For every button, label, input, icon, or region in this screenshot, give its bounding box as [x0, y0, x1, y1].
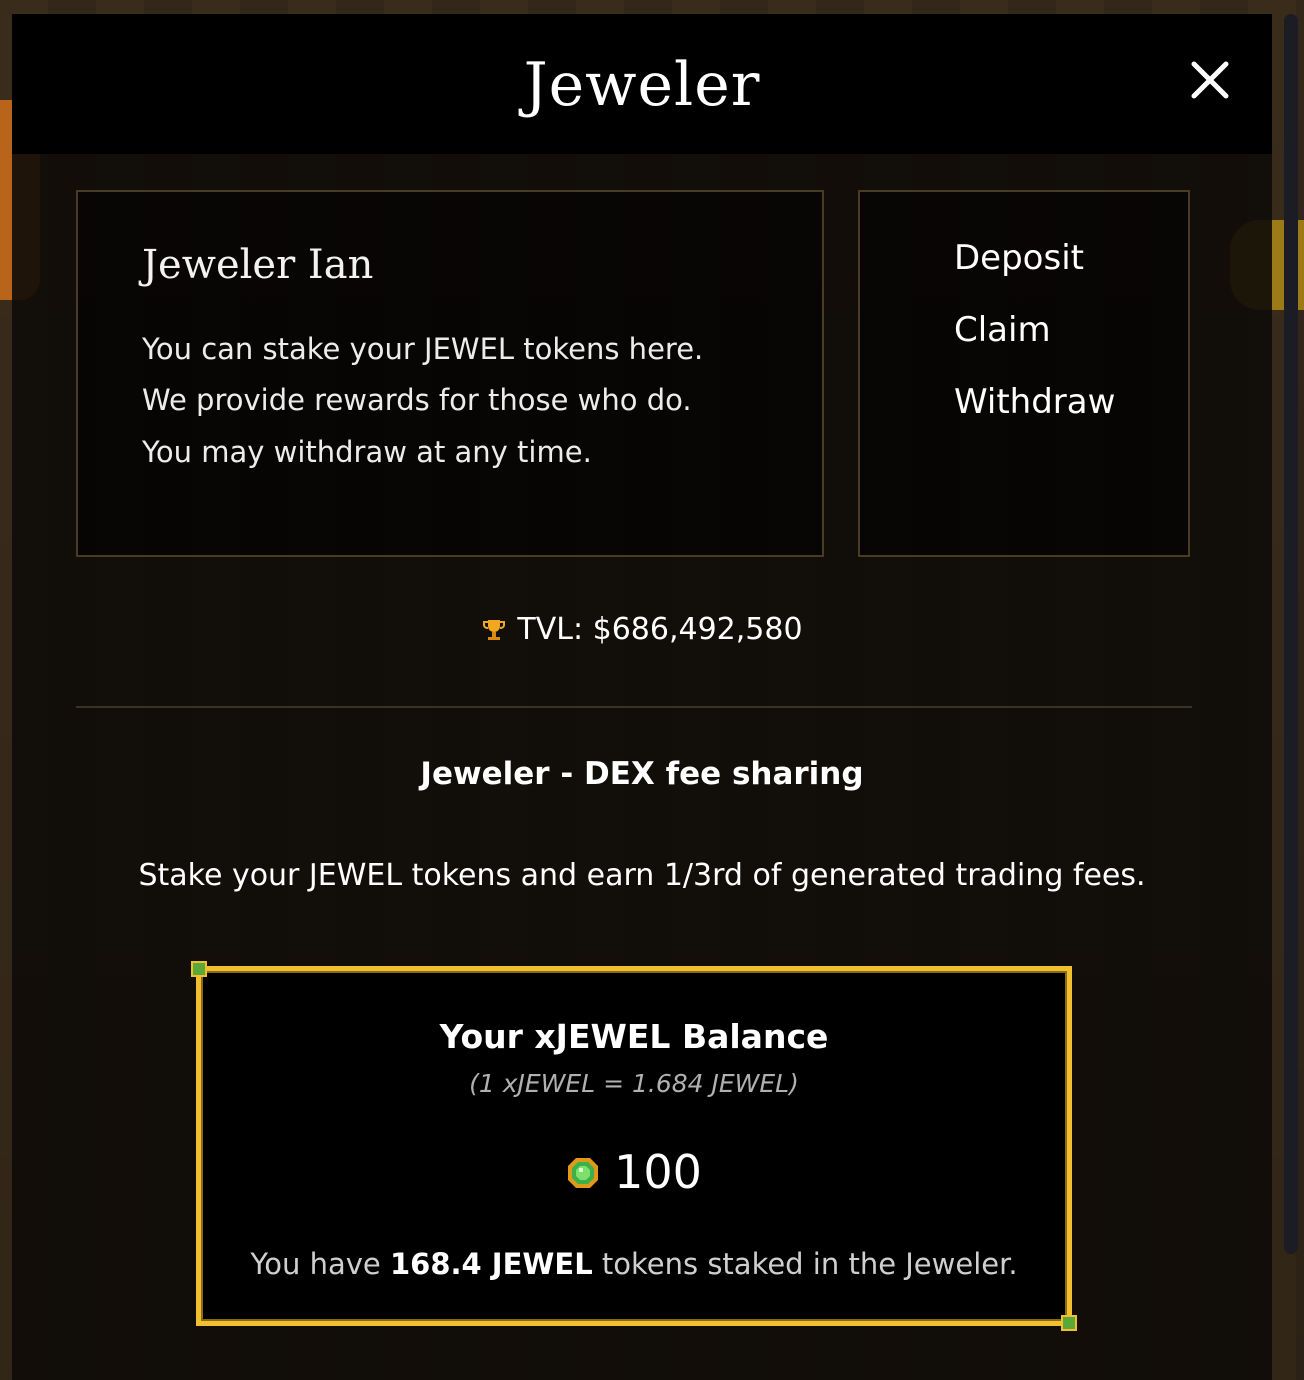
scrollbar[interactable] — [1284, 14, 1298, 1254]
actions-panel: Deposit Claim Withdraw — [858, 190, 1190, 557]
exchange-rate: (1 xJEWEL = 1.684 JEWEL) — [469, 1069, 799, 1098]
balance-title: Your xJEWEL Balance — [439, 1017, 829, 1056]
section-description: Stake your JEWEL tokens and earn 1/3rd o… — [138, 858, 1146, 893]
jeweler-modal: Jeweler Jeweler Ian You can stake your J… — [12, 14, 1272, 1380]
close-button[interactable] — [1188, 58, 1232, 102]
npc-dialog-line: We provide rewards for those who do. — [142, 383, 692, 417]
modal-header: Jeweler — [12, 14, 1272, 154]
npc-name: Jeweler Ian — [142, 242, 374, 288]
card-corner-ornament — [1061, 1315, 1077, 1331]
jewel-gem-icon — [568, 1158, 599, 1188]
staked-amount: 168.4 JEWEL — [389, 1247, 593, 1281]
npc-dialog-line: You can stake your JEWEL tokens here. — [142, 332, 704, 366]
staked-prefix: You have — [250, 1247, 390, 1281]
card-corner-ornament — [191, 961, 207, 977]
modal-title: Jeweler — [523, 50, 761, 120]
withdraw-action[interactable]: Withdraw — [954, 382, 1115, 422]
balance-amount: 100 — [201, 1145, 1067, 1199]
close-icon — [1191, 61, 1229, 99]
divider — [76, 706, 1192, 708]
trophy-icon — [483, 620, 506, 640]
deposit-action[interactable]: Deposit — [954, 238, 1084, 278]
claim-action[interactable]: Claim — [954, 310, 1051, 350]
tvl-text: TVL: $686,492,580 — [517, 612, 803, 647]
npc-dialog-line: You may withdraw at any time. — [142, 435, 592, 469]
xjewel-balance-card: Your xJEWEL Balance (1 xJEWEL = 1.684 JE… — [191, 961, 1077, 1331]
section-title: Jeweler - DEX fee sharing — [420, 756, 864, 792]
staked-summary: You have 168.4 JEWEL tokens staked in th… — [201, 1247, 1067, 1281]
npc-dialog-panel: Jeweler Ian You can stake your JEWEL tok… — [76, 190, 824, 557]
balance-value: 100 — [614, 1145, 702, 1199]
tvl-display: TVL: $686,492,580 — [12, 612, 1272, 647]
staked-suffix: tokens staked in the Jeweler. — [592, 1247, 1018, 1281]
